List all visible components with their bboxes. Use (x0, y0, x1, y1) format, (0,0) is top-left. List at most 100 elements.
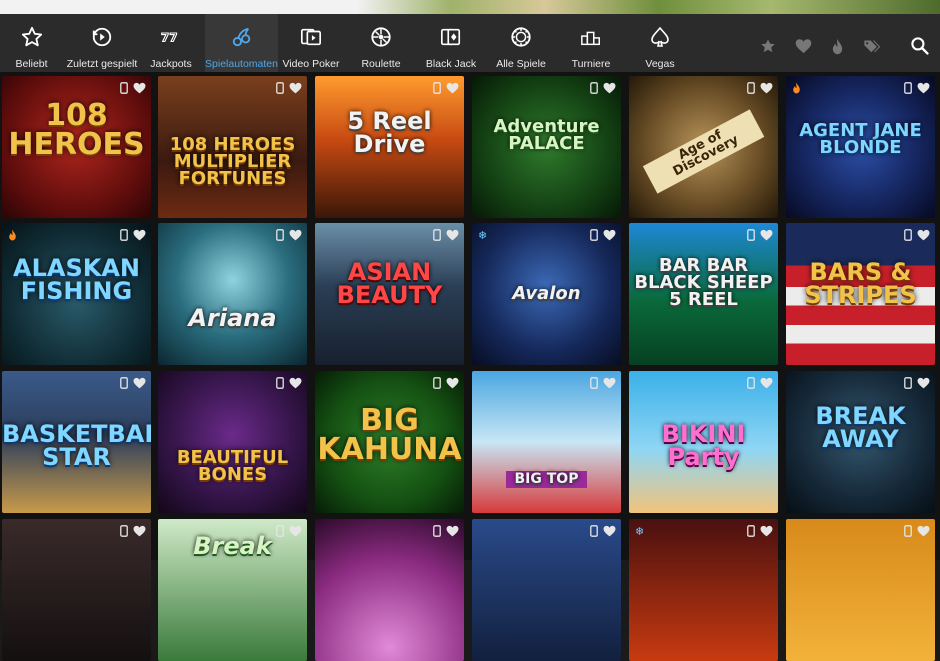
hot-flame-icon (792, 82, 801, 97)
game-tile[interactable]: BIG TOP (472, 371, 621, 513)
filter-tags-icon[interactable] (863, 38, 881, 59)
game-title: BEAUTIFUL BONES (176, 447, 289, 486)
nav-item-vegas[interactable]: Vegas (630, 14, 690, 72)
game-tile[interactable]: BIKINI Party (629, 371, 778, 513)
tile-corner-icons (276, 524, 302, 542)
favorite-heart-icon[interactable] (760, 228, 773, 246)
game-tile[interactable]: BIG KAHUNA (315, 371, 464, 513)
tile-corner-icons (747, 81, 773, 99)
game-title: BIKINI Party (661, 420, 746, 471)
favorite-heart-icon[interactable] (446, 524, 459, 542)
game-tile[interactable]: BARS & STRIPES (786, 223, 935, 365)
mobile-device-icon (433, 81, 441, 99)
game-title: BAR BAR BLACK SHEEP 5 REEL (634, 255, 773, 311)
game-title: Ariana (188, 304, 277, 332)
nav-item-beliebt[interactable]: Beliebt (0, 14, 63, 72)
favorite-heart-icon[interactable] (603, 524, 616, 542)
game-tile[interactable]: BREAK AWAY (786, 371, 935, 513)
game-tile[interactable]: BASKETBALL STAR (2, 371, 151, 513)
mobile-device-icon (904, 376, 912, 394)
game-tile[interactable]: Break (158, 519, 307, 661)
mobile-device-icon (120, 376, 128, 394)
mobile-device-icon (120, 81, 128, 99)
nav-item-roulette[interactable]: Roulette (350, 14, 412, 72)
favorite-heart-icon[interactable] (760, 81, 773, 99)
game-tile[interactable]: 5 Reel Drive (315, 76, 464, 218)
mobile-device-icon (276, 524, 284, 542)
game-title: BIG TOP (506, 471, 587, 489)
game-tile[interactable]: BAR BAR BLACK SHEEP 5 REEL (629, 223, 778, 365)
tile-corner-icons (433, 228, 459, 246)
cards-icon (440, 22, 462, 52)
game-tile[interactable] (315, 519, 464, 661)
favorite-heart-icon[interactable] (133, 81, 146, 99)
favorite-heart-icon[interactable] (603, 81, 616, 99)
game-tile[interactable]: ALASKAN FISHING (2, 223, 151, 365)
tile-corner-icons (904, 81, 930, 99)
favorite-heart-icon[interactable] (603, 376, 616, 394)
nav-item-video-poker[interactable]: Video Poker (280, 14, 342, 72)
tile-corner-icons (120, 524, 146, 542)
tile-corner-icons (276, 376, 302, 394)
nav-item-alle-spiele[interactable]: Alle Spiele (490, 14, 552, 72)
favorite-heart-icon[interactable] (760, 524, 773, 542)
game-tile[interactable] (2, 519, 151, 661)
game-title: Age of Discovery (642, 109, 765, 194)
favorite-heart-icon[interactable] (917, 376, 930, 394)
chip-icon (510, 22, 532, 52)
game-tile[interactable]: Age of Discovery (629, 76, 778, 218)
favorite-heart-icon[interactable] (603, 228, 616, 246)
favorite-heart-icon[interactable] (446, 81, 459, 99)
game-tile[interactable] (472, 519, 621, 661)
favorite-heart-icon[interactable] (289, 228, 302, 246)
game-tile[interactable]: 108 HEROES MULTIPLIER FORTUNES (158, 76, 307, 218)
nav-item-label: Roulette (361, 58, 401, 70)
nav-item-spielautomaten[interactable]: Spielautomaten (205, 14, 278, 72)
favorite-heart-icon[interactable] (446, 228, 459, 246)
nav-item-black-jack[interactable]: Black Jack (420, 14, 482, 72)
filter-favorites-heart-icon[interactable] (795, 38, 812, 59)
favorite-heart-icon[interactable] (289, 81, 302, 99)
favorite-heart-icon[interactable] (133, 228, 146, 246)
game-tile[interactable]: Ariana (158, 223, 307, 365)
game-tile[interactable]: AGENT JANE BLONDE (786, 76, 935, 218)
favorite-heart-icon[interactable] (133, 376, 146, 394)
nav-item-jackpots[interactable]: 77 Jackpots (141, 14, 201, 72)
favorite-heart-icon[interactable] (917, 524, 930, 542)
favorite-heart-icon[interactable] (917, 81, 930, 99)
filter-new-icon[interactable] (760, 38, 776, 59)
game-tile[interactable] (786, 519, 935, 661)
tile-corner-icons (747, 524, 773, 542)
game-tile[interactable]: Adventure PALACE (472, 76, 621, 218)
tile-corner-icons (433, 524, 459, 542)
favorite-heart-icon[interactable] (446, 376, 459, 394)
favorite-heart-icon[interactable] (760, 376, 773, 394)
game-tile[interactable]: ❄ (629, 519, 778, 661)
game-title: 108 HEROES (8, 98, 145, 162)
mobile-device-icon (120, 524, 128, 542)
filter-hot-flame-icon[interactable] (831, 38, 844, 60)
search-icon[interactable] (910, 36, 929, 60)
game-tile[interactable]: 108 HEROES (2, 76, 151, 218)
new-snowflake-icon: ❄ (635, 526, 645, 538)
nav-item-turniere[interactable]: Turniere (560, 14, 622, 72)
tile-corner-icons (904, 524, 930, 542)
nav-item-zuletzt-gespielt[interactable]: Zuletzt gespielt (63, 14, 141, 72)
game-tile[interactable]: BEAUTIFUL BONES (158, 371, 307, 513)
favorite-heart-icon[interactable] (917, 228, 930, 246)
game-title: BASKETBALL STAR (2, 420, 151, 471)
tile-corner-icons (276, 81, 302, 99)
mobile-device-icon (590, 376, 598, 394)
favorite-heart-icon[interactable] (133, 524, 146, 542)
nav-item-label: Beliebt (15, 58, 48, 70)
new-snowflake-icon: ❄ (478, 230, 488, 242)
game-title: Adventure PALACE (493, 116, 600, 155)
game-tile[interactable]: ❄ Avalon (472, 223, 621, 365)
tile-corner-icons (747, 228, 773, 246)
favorite-heart-icon[interactable] (289, 376, 302, 394)
game-tile[interactable]: ASIAN BEAUTY (315, 223, 464, 365)
tile-corner-icons (120, 376, 146, 394)
favorite-heart-icon[interactable] (289, 524, 302, 542)
tile-corner-icons (747, 376, 773, 394)
nav-item-label: Zuletzt gespielt (66, 58, 138, 70)
